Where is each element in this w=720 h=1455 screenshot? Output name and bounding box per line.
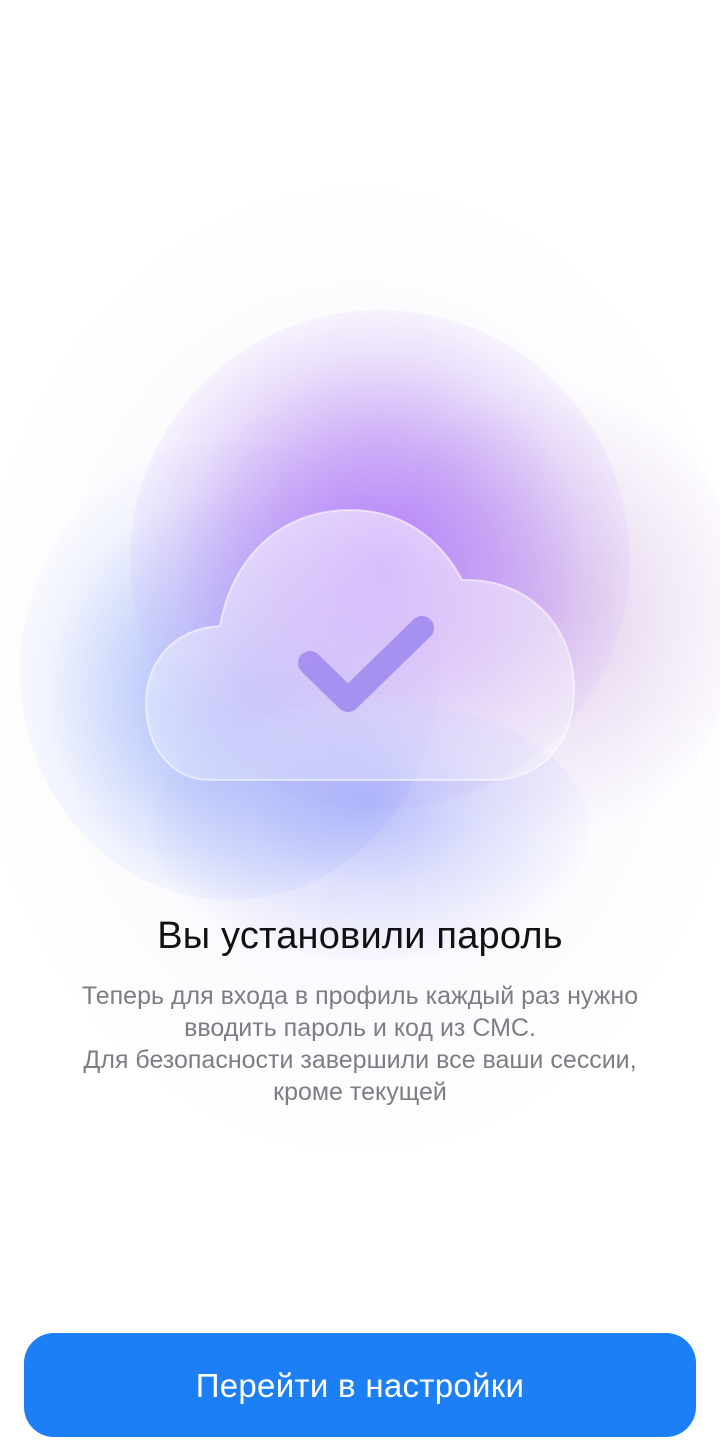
go-to-settings-button[interactable]: Перейти в настройки bbox=[24, 1333, 696, 1437]
description-text: Теперь для входа в профиль каждый раз ну… bbox=[40, 980, 680, 1108]
description-line: Для безопасности завершили все ваши сесс… bbox=[83, 1046, 637, 1074]
page-title: Вы установили пароль bbox=[157, 915, 563, 957]
cloud-check-icon bbox=[144, 508, 576, 781]
password-set-screen: Вы установили пароль Теперь для входа в … bbox=[0, 0, 720, 1455]
description-line: Теперь для входа в профиль каждый раз ну… bbox=[81, 982, 639, 1010]
description-line: вводить пароль и код из СМС. bbox=[184, 1014, 536, 1042]
description-line: кроме текущей bbox=[273, 1078, 447, 1106]
